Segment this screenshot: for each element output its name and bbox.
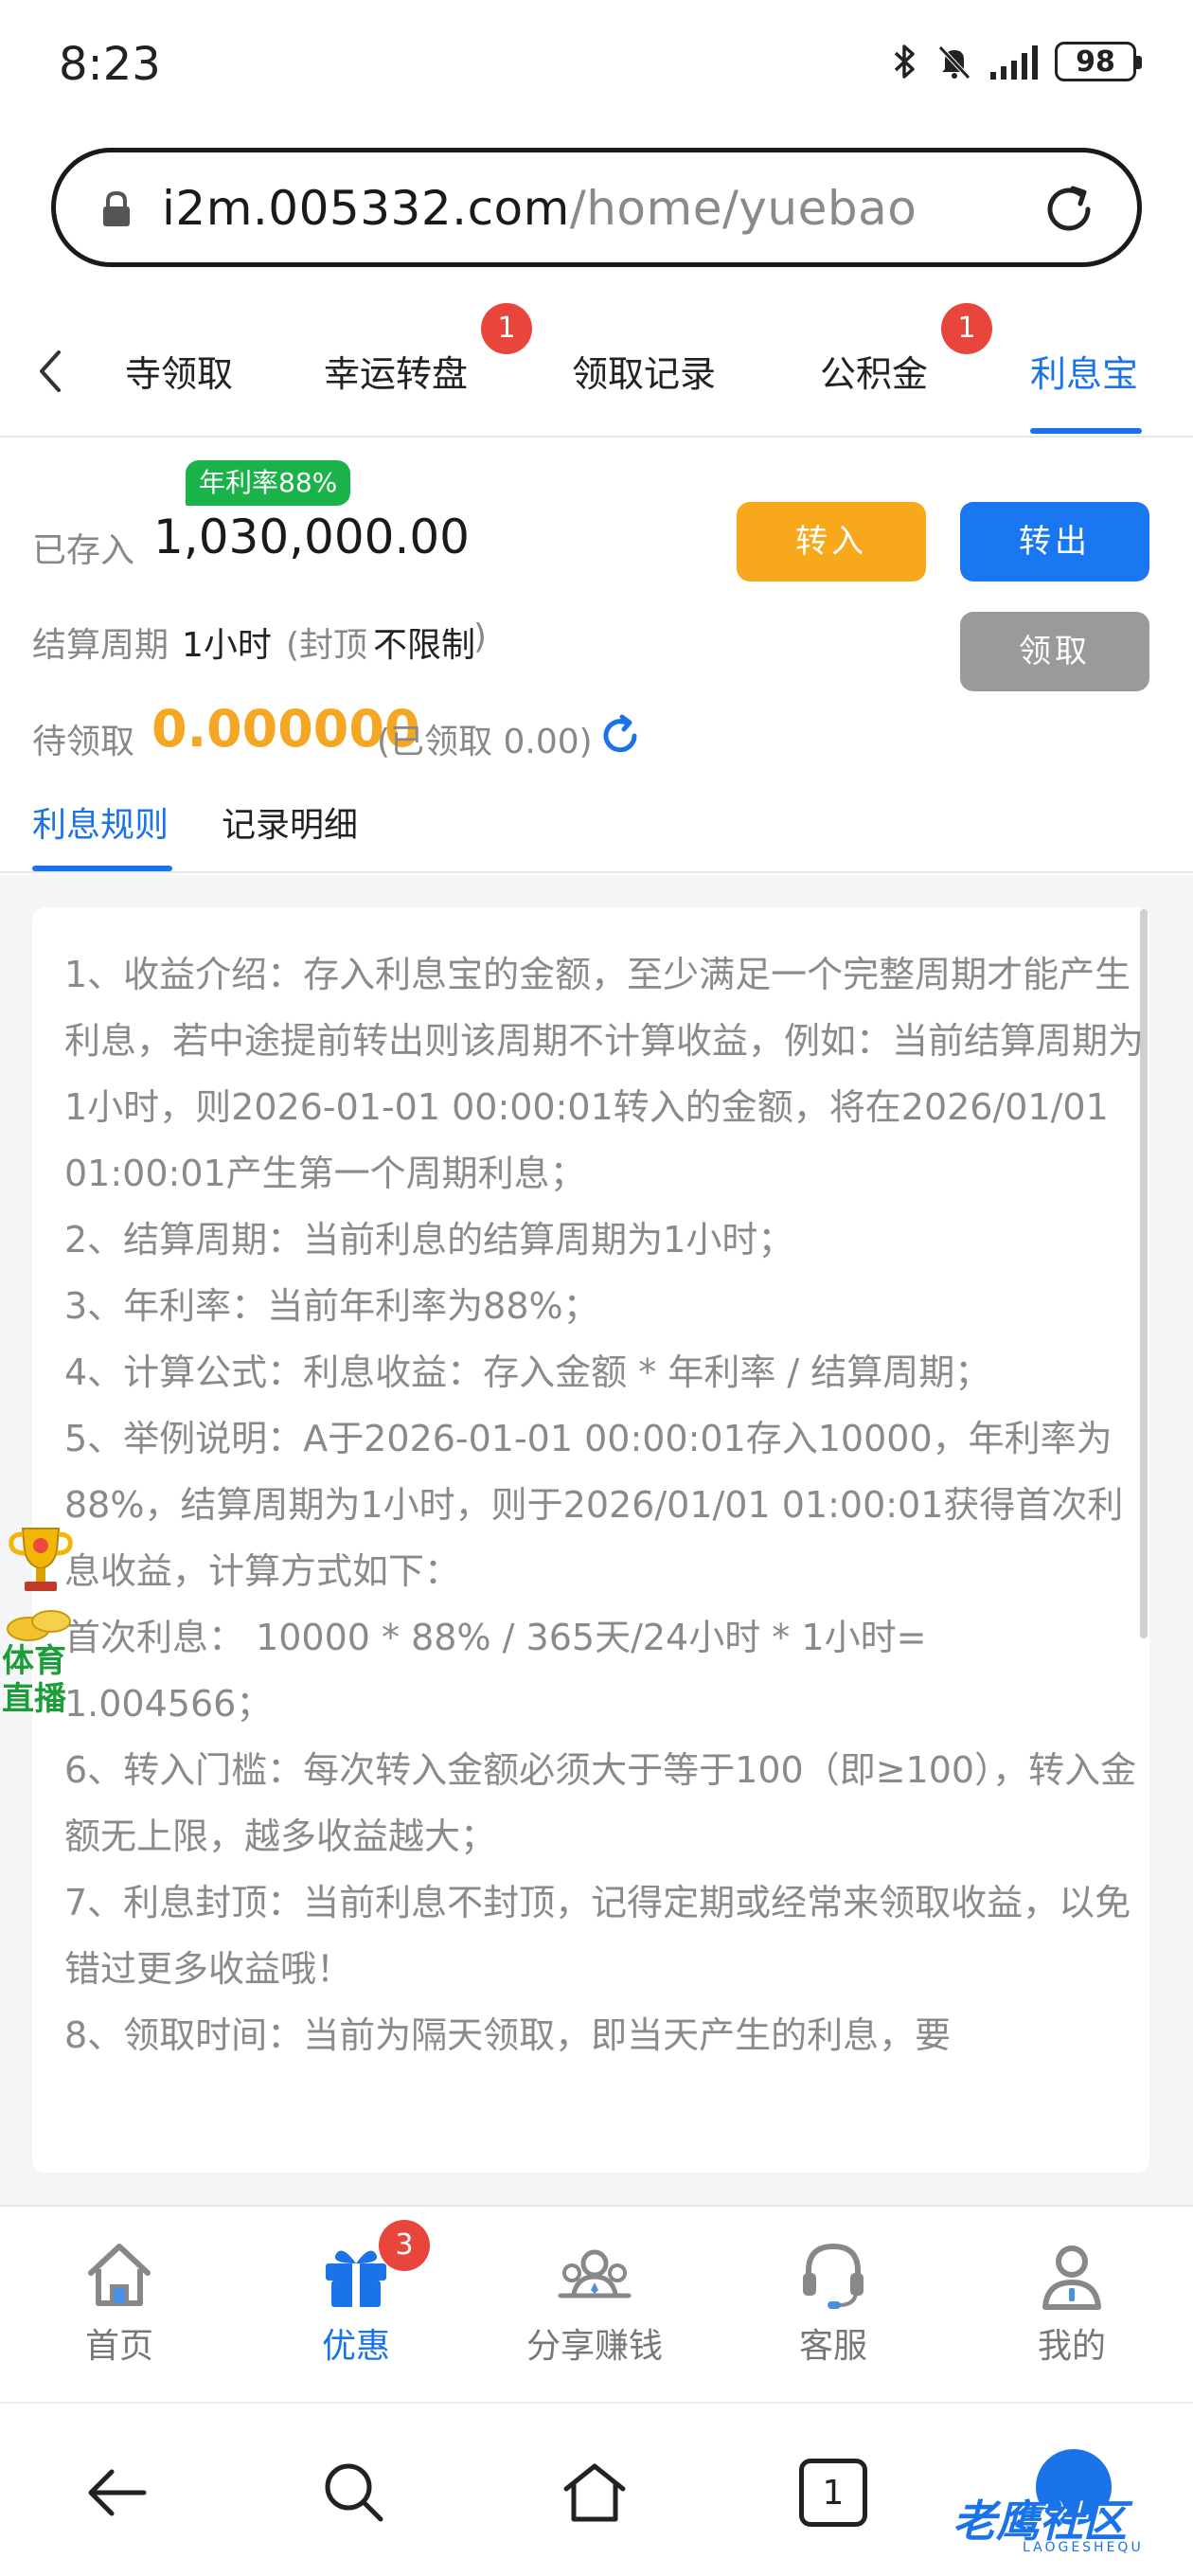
profile-icon: [1042, 2245, 1101, 2310]
pending-label: 待领取: [32, 723, 135, 761]
share-icon: [558, 2249, 632, 2299]
watermark-subtext: LAOGESHEQU: [1023, 2540, 1144, 2555]
sports-live-line1: 体育: [2, 1642, 66, 1680]
status-bar: 8:23 98: [0, 0, 1193, 133]
status-time: 8:23: [59, 38, 161, 91]
tab-count: 1: [822, 2473, 845, 2513]
sub-tabs: 利息规则 记录明细: [0, 777, 1193, 873]
tab-pending-claim[interactable]: 寺领取: [125, 345, 233, 397]
battery-level: 98: [1076, 45, 1115, 79]
headset-icon: [803, 2243, 864, 2309]
home-icon[interactable]: [561, 2459, 629, 2527]
tab-lucky-wheel[interactable]: 幸运转盘: [324, 345, 468, 397]
tab-provident-fund-badge: 1: [941, 303, 992, 354]
home-icon: [88, 2244, 151, 2306]
deposited-value: 1,030,000.00: [153, 510, 470, 564]
sub-tab-active-indicator: [32, 866, 172, 871]
rule-item: 4、计算公式：利息收益：存入金额 * 年利率 / 结算周期；: [64, 1351, 991, 1393]
rule-item: 5、举例说明：A于2026-01-01 00:00:01存入10000，年利率为…: [64, 1418, 1124, 1592]
nav-promotions[interactable]: 优惠: [252, 2235, 460, 2368]
cycle-value: 1小时: [182, 626, 272, 665]
rules-text: 1、收益介绍：存入利息宝的金额，至少满足一个完整周期才能产生利息，若中途提前转出…: [64, 941, 1144, 2068]
lock-icon: [103, 190, 130, 226]
nav-customer-service-label: 客服: [798, 2327, 867, 2366]
tab-interest-treasure[interactable]: 利息宝: [1030, 345, 1138, 397]
tab-provident-fund[interactable]: 公积金: [820, 345, 928, 397]
rule-item: 7、利息封顶：当前利息不封顶，记得定期或经常来领取收益，以免错过更多收益哦！: [64, 1882, 1131, 1990]
rule-item: 首次利息： 10000 * 88% / 365天/24小时 * 1小时= 1.0…: [64, 1617, 927, 1725]
watermark-logo: 老鹰社区 LAOGESHEQU: [924, 2449, 1180, 2555]
nav-promotions-label: 优惠: [321, 2327, 390, 2366]
cap-value: 不限制: [373, 626, 476, 665]
transfer-out-button[interactable]: 转出: [960, 502, 1149, 581]
cap-open: (封顶: [286, 626, 368, 665]
rule-item: 1、收益介绍：存入利息宝的金额，至少满足一个完整周期才能产生利息，若中途提前转出…: [64, 954, 1145, 1194]
rule-item: 6、转入门槛：每次转入金额必须大于等于100（即≥100），转入金额无上限，越多…: [64, 1749, 1137, 1857]
nav-home[interactable]: 首页: [15, 2235, 223, 2368]
refresh-icon[interactable]: [596, 712, 644, 760]
bottom-nav: 首页 优惠 3 分享赚钱 客服 我的: [0, 2205, 1193, 2402]
address-bar[interactable]: i2m.005332.com/home/yuebao: [51, 148, 1142, 267]
scrollbar-thumb[interactable]: [1140, 909, 1148, 1638]
signal-icon: [990, 44, 1038, 80]
url-path: /home/yuebao: [569, 181, 917, 236]
coins-icon: [7, 1610, 71, 1641]
mute-icon: [938, 45, 970, 80]
claim-button[interactable]: 领取: [960, 612, 1149, 691]
url-host: i2m.005332.com: [162, 181, 570, 236]
tab-record-details[interactable]: 记录明细: [222, 797, 358, 847]
nav-share-earn[interactable]: 分享赚钱: [490, 2235, 699, 2368]
annual-rate-tag: 年利率88%: [186, 460, 351, 506]
trophy-icon: [9, 1528, 73, 1591]
back-arrow-icon[interactable]: [28, 345, 74, 398]
deposited-label: 已存入: [32, 531, 135, 570]
tab-interest-rules[interactable]: 利息规则: [32, 797, 169, 847]
rule-item: 2、结算周期：当前利息的结算周期为1小时；: [64, 1219, 794, 1261]
cycle-label: 结算周期: [32, 626, 169, 665]
rules-card[interactable]: 1、收益介绍：存入利息宝的金额，至少满足一个完整周期才能产生利息，若中途提前转出…: [32, 907, 1149, 2173]
sports-live-label: 体育 直播: [2, 1642, 78, 1718]
nav-home-label: 首页: [84, 2327, 153, 2366]
bluetooth-icon: [894, 45, 915, 79]
tabs-icon[interactable]: 1: [799, 2459, 867, 2527]
search-icon[interactable]: [320, 2459, 388, 2527]
sports-live-line2: 直播: [2, 1680, 66, 1718]
tab-active-indicator: [1030, 428, 1142, 434]
top-tabs: 寺领取 幸运转盘 1 领取记录 公积金 1 利息宝: [0, 303, 1193, 438]
nav-share-earn-label: 分享赚钱: [525, 2327, 663, 2366]
nav-profile-label: 我的: [1037, 2327, 1106, 2366]
rule-item: 3、年利率：当前年利率为88%；: [64, 1285, 599, 1327]
cap-close: ): [473, 617, 488, 656]
reload-icon[interactable]: [1039, 179, 1099, 240]
transfer-in-button[interactable]: 转入: [737, 502, 926, 581]
sports-live-widget[interactable]: 体育 直播: [0, 1519, 80, 1727]
claimed-text: (已领取 0.00): [377, 723, 593, 761]
nav-promotions-badge: 3: [379, 2220, 430, 2271]
nav-customer-service[interactable]: 客服: [729, 2235, 937, 2368]
nav-profile[interactable]: 我的: [968, 2235, 1176, 2368]
status-icons: 98: [892, 42, 1142, 81]
rule-item: 8、领取时间：当前为隔天领取，即当天产生的利息，要: [64, 2014, 952, 2056]
battery-icon: 98: [1055, 42, 1142, 81]
url-text[interactable]: i2m.005332.com/home/yuebao: [162, 181, 917, 236]
tab-lucky-wheel-badge: 1: [481, 303, 532, 354]
back-icon[interactable]: [83, 2459, 151, 2527]
tab-claim-records[interactable]: 领取记录: [572, 345, 716, 397]
